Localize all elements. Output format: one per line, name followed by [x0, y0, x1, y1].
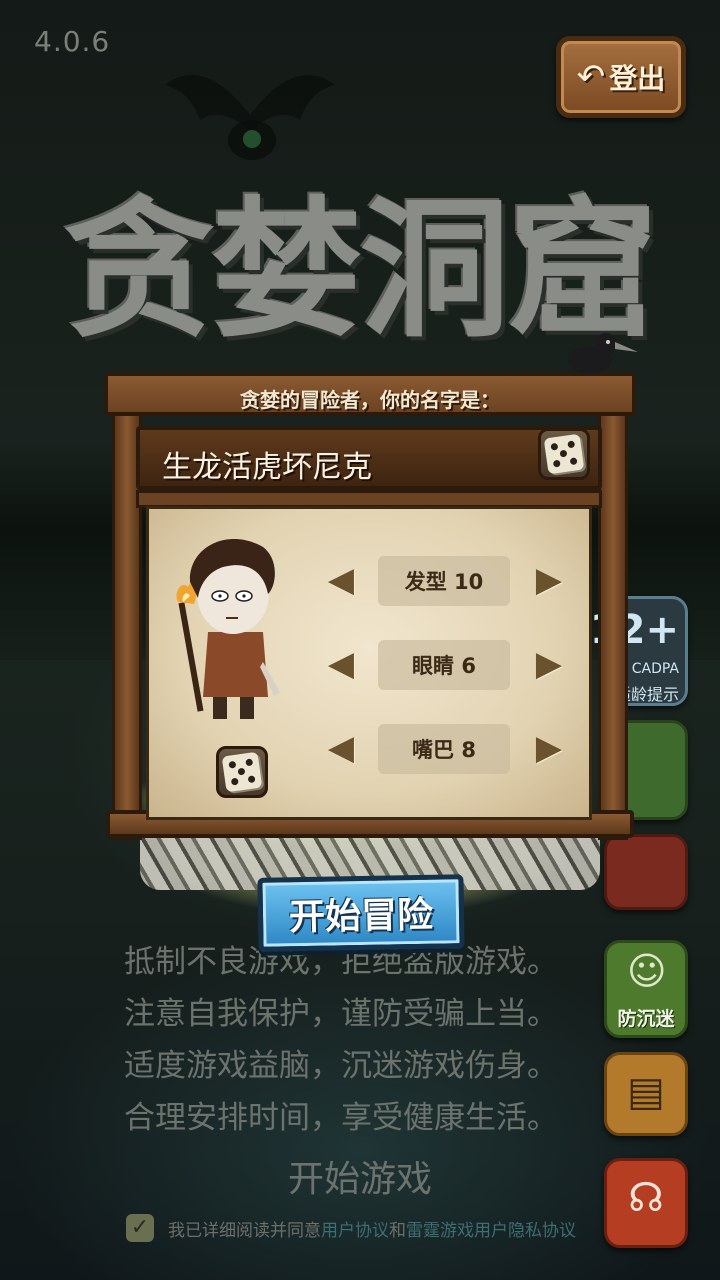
agreement-prefix: 我已详细阅读并同意 [168, 1220, 321, 1241]
headset-icon: ☊ [628, 1175, 664, 1221]
crow-icon [568, 333, 638, 374]
back-arrow-icon: ↶ [576, 57, 606, 97]
mouth-option: 嘴巴 8 [378, 724, 510, 774]
agreement-and: 和 [389, 1220, 406, 1241]
start-adventure-button[interactable]: 开始冒险 [257, 874, 465, 952]
agreement-checkbox[interactable]: ✓ [126, 1214, 154, 1242]
notice-line: 适度游戏益脑，沉迷游戏伤身。 [124, 1048, 558, 1084]
anti-addiction-label: 防沉迷 [617, 1008, 675, 1030]
start-adventure-label: 开始冒险 [288, 894, 434, 939]
privacy-policy-link[interactable]: 雷霆游戏用户隐私协议 [406, 1221, 576, 1241]
version-label: 4.0.6 [34, 25, 111, 58]
bat-silhouette-icon [165, 75, 335, 160]
player-name-value: 生龙活虎坏尼克 [162, 450, 372, 485]
logout-button[interactable]: ↶ 登出 [556, 36, 686, 118]
announcement-button[interactable]: ▤ [604, 1052, 688, 1136]
child-face-icon: ☺ [627, 949, 667, 993]
agreement-row: ✓ 我已详细阅读并同意用户协议和雷霆游戏用户隐私协议 [126, 1214, 576, 1242]
notice-line: 注意自我保护，谨防受骗上当。 [124, 996, 558, 1032]
eyes-next-arrow-icon[interactable]: ▶ [532, 644, 566, 684]
random-name-dice-button[interactable] [538, 428, 590, 480]
wood-post-right [598, 410, 628, 840]
character-portrait [176, 539, 280, 719]
dice-icon [221, 751, 263, 793]
agreement-text: 我已详细阅读并同意用户协议和雷霆游戏用户隐私协议 [168, 1216, 576, 1241]
document-icon: ▤ [627, 1069, 665, 1115]
customer-service-button[interactable]: ☊ [604, 1158, 688, 1248]
eyes-option: 眼睛 6 [378, 640, 510, 690]
random-appearance-dice-button[interactable] [216, 746, 268, 798]
mouth-next-arrow-icon[interactable]: ▶ [532, 728, 566, 768]
hair-next-arrow-icon[interactable]: ▶ [532, 560, 566, 600]
hair-prev-arrow-icon[interactable]: ◀ [324, 560, 358, 600]
dice-icon [543, 433, 585, 475]
user-agreement-link[interactable]: 用户协议 [321, 1221, 389, 1241]
name-field[interactable]: 生龙活虎坏尼克 [136, 426, 602, 490]
mouth-prev-arrow-icon[interactable]: ◀ [324, 728, 358, 768]
eyes-prev-arrow-icon[interactable]: ◀ [324, 644, 358, 684]
health-notice: 抵制不良游戏，拒绝盗版游戏。 注意自我保护，谨防受骗上当。 适度游戏益脑，沉迷游… [124, 936, 604, 1144]
hair-style-option: 发型 10 [378, 556, 510, 606]
name-prompt: 贪婪的冒险者，你的名字是： [240, 388, 500, 412]
logout-label: 登出 [609, 62, 666, 95]
top-beam: 贪婪的冒险者，你的名字是： [104, 372, 636, 416]
anti-addiction-button[interactable]: ☺ 防沉迷 [604, 940, 688, 1038]
notice-line: 合理安排时间，享受健康生活。 [124, 1100, 558, 1136]
